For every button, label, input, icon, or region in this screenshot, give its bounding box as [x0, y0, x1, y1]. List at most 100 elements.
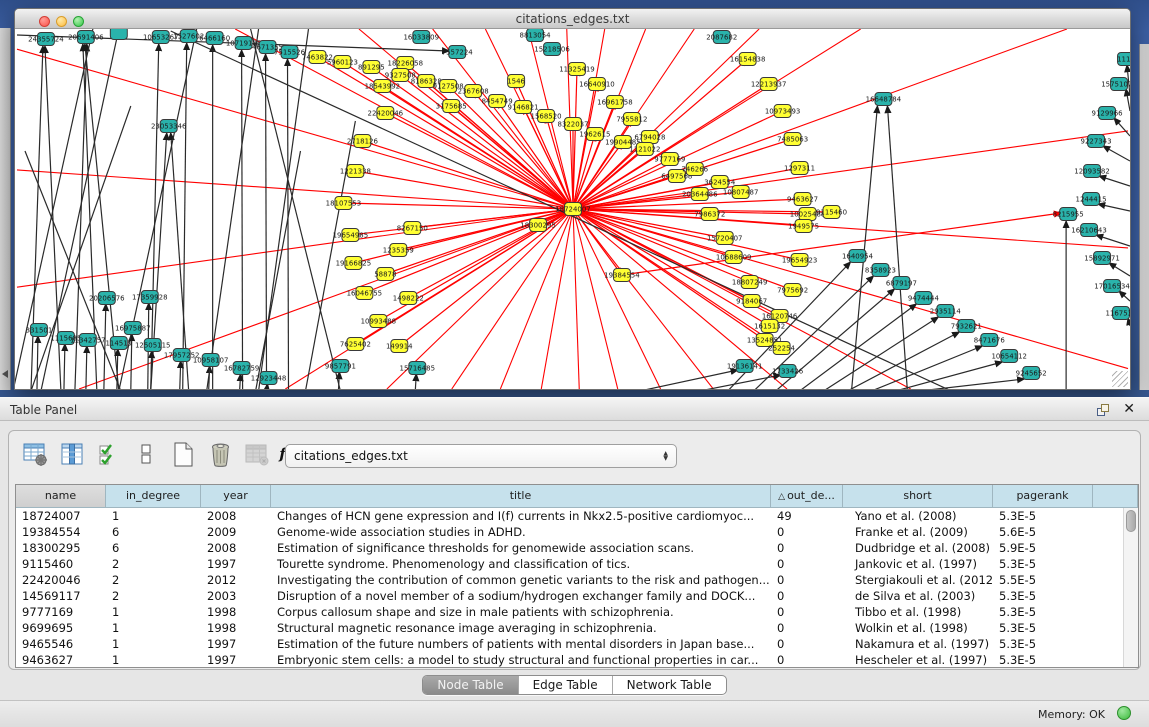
window-titlebar[interactable]: citations_edges.txt: [15, 9, 1130, 29]
table-cell: Franke et al. (2009): [843, 524, 993, 540]
graph-node-label: 149914: [386, 342, 413, 350]
table-cell: Jankovic et al. (1997): [843, 556, 993, 572]
graph-node-label: 2367608: [458, 87, 489, 95]
column-header-name[interactable]: name: [16, 485, 106, 507]
table-cell: 1997: [201, 556, 271, 572]
graph-node-label: 24355724: [28, 35, 64, 43]
table-cell: Hescheler et al. (1997): [843, 652, 993, 668]
show-columns-icon[interactable]: [59, 440, 85, 468]
table-cell: 22420046: [16, 572, 106, 588]
table-cell: 5.3E-5: [993, 652, 1093, 668]
network-canvas[interactable]: 2435572420691406106532671527602646616010…: [15, 29, 1130, 389]
window-resize-grip[interactable]: [1112, 371, 1128, 387]
tab-network-table[interactable]: Network Table: [613, 676, 726, 694]
table-row[interactable]: 977716911998Corpus callosum shape and si…: [16, 604, 1138, 620]
graph-node-label: 1949575: [788, 222, 819, 230]
table-mode-icon[interactable]: [22, 440, 48, 468]
column-header-out_de[interactable]: △out_de...: [771, 485, 843, 507]
graph-node-label: 7986372: [694, 210, 725, 218]
column-header-year[interactable]: year: [201, 485, 271, 507]
table-row[interactable]: 2242004622012Investigating the contribut…: [16, 572, 1138, 588]
memory-status-icon[interactable]: [1117, 706, 1131, 720]
table-scrollbar[interactable]: [1123, 508, 1138, 667]
graph-nodes: 2435572420691406106532671527602646616010…: [26, 29, 1130, 385]
table-row[interactable]: 946362711997Embryonic stem cells: a mode…: [16, 652, 1138, 668]
table-cell: Dudbridge et al. (2008): [843, 540, 993, 556]
graph-node-label: 16648784: [866, 95, 902, 103]
graph-node-label: 10688609: [716, 253, 752, 261]
graph-node-label: 16154838: [730, 55, 766, 63]
graph-node-label: 9857791: [325, 362, 356, 370]
table-row[interactable]: 946554611997Estimation of the future num…: [16, 636, 1138, 652]
table-cell: Yano et al. (2008): [843, 508, 993, 524]
table-cell: 6: [106, 540, 201, 556]
table-selector-value: citations_edges.txt: [294, 449, 663, 463]
table-cell: 14569117: [16, 588, 106, 604]
table-panel: Table Panel ✕ f(x) citations_edges.txt ▲…: [0, 397, 1149, 727]
graph-node-label: 15218506: [534, 45, 570, 53]
graph-node-label: 8267150: [397, 224, 428, 232]
table-selector-dropdown[interactable]: citations_edges.txt ▲▼: [285, 444, 677, 468]
new-document-icon[interactable]: [170, 440, 196, 468]
graph-node-label: 15751074: [1101, 80, 1130, 88]
table-cell: 9777169: [16, 604, 106, 620]
graph-node-label: 5960123: [327, 58, 358, 66]
table-row[interactable]: 911546021997Tourette syndrome. Phenomeno…: [16, 556, 1138, 572]
import-table-disabled-icon[interactable]: [244, 440, 270, 468]
graph-node-label: 16210643: [1071, 226, 1107, 234]
sort-ascending-icon: △: [778, 492, 785, 502]
graph-node-label: 18543992: [365, 82, 401, 90]
column-header-short[interactable]: short: [843, 485, 993, 507]
graph-node-label: 3624554: [704, 178, 736, 186]
table-cell: Estimation of significance thresholds fo…: [271, 540, 771, 556]
delete-trash-icon[interactable]: [207, 440, 233, 468]
table-body: 1872400712008Changes of HCN gene express…: [16, 508, 1138, 668]
table-cell: 5.3E-5: [993, 604, 1093, 620]
panel-collapse-arrow[interactable]: [2, 370, 8, 378]
table-cell: 9463627: [16, 652, 106, 668]
select-rows-icon[interactable]: [96, 440, 122, 468]
graph-node-label: 2087682: [706, 33, 737, 41]
graph-node-label: 8813054: [520, 31, 552, 39]
graph-node[interactable]: [110, 29, 127, 40]
tab-node-table[interactable]: Node Table: [423, 676, 518, 694]
table-toolbar: f(x): [22, 437, 307, 471]
graph-node-label: 9146821: [508, 103, 539, 111]
table-cell: 1997: [201, 636, 271, 652]
float-window-icon[interactable]: [1097, 404, 1109, 416]
table-cell: 0: [771, 572, 843, 588]
table-panel-header[interactable]: Table Panel ✕: [0, 397, 1149, 421]
graph-node-label: 9463627: [787, 195, 818, 203]
graph-node-label: 1962615: [579, 130, 610, 138]
table-row[interactable]: 969969511998Structural magnetic resonanc…: [16, 620, 1138, 636]
column-header-pagerank[interactable]: pagerank: [993, 485, 1093, 507]
table-scrollbar-thumb[interactable]: [1126, 510, 1136, 532]
column-header-filler[interactable]: [1093, 485, 1138, 507]
graph-node-label: 16046755: [347, 289, 383, 297]
graph-node-label: 9777169: [654, 155, 685, 163]
column-pair-icon[interactable]: [133, 440, 159, 468]
graph-node-label: 7932621: [951, 322, 982, 330]
close-panel-icon[interactable]: ✕: [1123, 401, 1135, 417]
table-row[interactable]: 1830029562008Estimation of significance …: [16, 540, 1138, 556]
table-tab-bar: Node Table Edge Table Network Table: [0, 674, 1149, 695]
table-cell: 1: [106, 604, 201, 620]
tab-edge-table[interactable]: Edge Table: [519, 676, 613, 694]
table-row[interactable]: 1872400712008Changes of HCN gene express…: [16, 508, 1138, 524]
graph-node-label: 11342757: [70, 336, 106, 344]
table-cell: 1: [106, 620, 201, 636]
graph-node-label: 1546: [507, 77, 525, 85]
graph-node-label: 891295: [358, 63, 385, 71]
table-row[interactable]: 1938455462009Genome-wide association stu…: [16, 524, 1138, 540]
graph-node-label: 7557224: [442, 48, 474, 56]
background-panel-right: [1139, 44, 1149, 390]
graph-node-label: 16640910: [579, 80, 615, 88]
graph-node-label: 18724007: [555, 205, 591, 213]
graph-node-label: 12093582: [1074, 167, 1110, 175]
column-header-title[interactable]: title: [271, 485, 771, 507]
graph-node-label: 1121022: [629, 145, 660, 153]
table-cell: 1: [106, 636, 201, 652]
column-header-in_degree[interactable]: in_degree: [106, 485, 201, 507]
graph-node-label: 10958107: [193, 356, 229, 364]
table-row[interactable]: 1456911722003Disruption of a novel membe…: [16, 588, 1138, 604]
